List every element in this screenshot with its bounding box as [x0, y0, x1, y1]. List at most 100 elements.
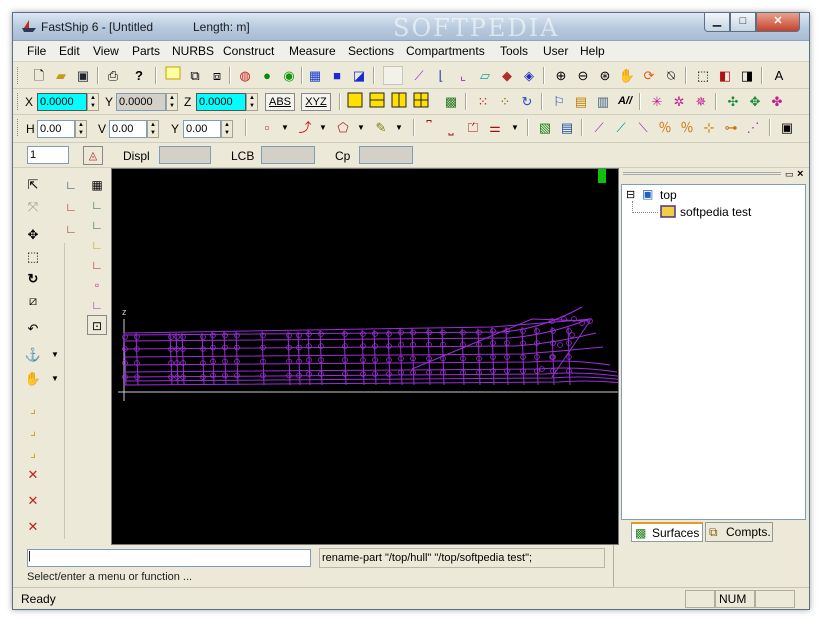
- tool-i-icon[interactable]: ▣: [777, 118, 797, 137]
- open-folder-icon[interactable]: ▰: [51, 66, 71, 85]
- help-icon[interactable]: ?: [129, 66, 149, 85]
- view-profile-icon[interactable]: ∟: [61, 175, 81, 195]
- zoom-previous-icon[interactable]: ⍉: [661, 66, 681, 85]
- hand-dropdown-icon[interactable]: ▼: [44, 369, 66, 389]
- menu-help[interactable]: Help: [580, 44, 605, 58]
- anchor-icon[interactable]: ⚓: [22, 345, 44, 365]
- tool-h-icon[interactable]: ⋰: [743, 118, 763, 137]
- menu-parts[interactable]: Parts: [132, 44, 160, 58]
- xyz-button[interactable]: XYZ: [301, 93, 331, 111]
- tab-surfaces[interactable]: ▩ Surfaces: [631, 522, 703, 542]
- menu-measure[interactable]: Measure: [289, 44, 336, 58]
- x-coordinate-field[interactable]: 0.0000: [37, 93, 87, 111]
- mirror-icon[interactable]: ◆: [497, 66, 517, 85]
- y-coordinate-field[interactable]: 0.0000: [116, 93, 166, 111]
- x-mirror-icon[interactable]: ⌟: [22, 399, 44, 419]
- rotate-view-icon[interactable]: ⟳: [639, 66, 659, 85]
- star-3-icon[interactable]: ✵: [691, 92, 711, 111]
- snap-7-icon[interactable]: ⊡: [87, 315, 107, 335]
- tree-root-label[interactable]: top: [660, 188, 677, 202]
- refresh-icon[interactable]: ↻: [517, 92, 537, 111]
- v-spinner[interactable]: ▲ ▼: [147, 120, 159, 138]
- copy-icon[interactable]: ⧉: [185, 66, 205, 85]
- tool-f-icon[interactable]: ⊹: [699, 118, 719, 137]
- hvy-y-spinner[interactable]: ▲ ▼: [221, 120, 233, 138]
- hydro-calc-icon[interactable]: ◬: [83, 146, 103, 165]
- zoom-out-icon[interactable]: ⊖: [573, 66, 593, 85]
- abs-button[interactable]: ABS: [265, 93, 295, 111]
- sections-dropdown-icon[interactable]: ▼: [505, 118, 525, 137]
- station-field[interactable]: 1: [27, 146, 69, 164]
- anchor-dropdown-icon[interactable]: ▼: [44, 345, 66, 365]
- menu-user[interactable]: User: [543, 44, 568, 58]
- grid-icon[interactable]: ▦: [305, 66, 325, 85]
- tree-collapse-icon[interactable]: ⊟: [626, 188, 635, 201]
- v-field[interactable]: 0.00: [109, 120, 147, 138]
- undo-icon[interactable]: ↶: [22, 319, 44, 339]
- part-icon[interactable]: ▤: [571, 92, 591, 111]
- dots-red-icon[interactable]: ⁙: [473, 92, 493, 111]
- polyline-icon[interactable]: ⌊: [431, 66, 451, 85]
- hydro-1-icon[interactable]: ▧: [535, 118, 555, 137]
- zoom-window-icon[interactable]: ◪: [349, 66, 369, 85]
- split-h-icon[interactable]: [367, 92, 387, 111]
- z-coordinate-field[interactable]: 0.0000: [196, 93, 246, 111]
- sphere-green-icon[interactable]: ●: [257, 66, 277, 85]
- vertex-icon[interactable]: ⌞: [453, 66, 473, 85]
- all-dropdown-icon[interactable]: ▼: [389, 118, 409, 137]
- point-dropdown-icon[interactable]: ▼: [275, 118, 295, 137]
- new-file-icon[interactable]: 🗋: [29, 66, 49, 85]
- command-input[interactable]: |: [27, 549, 311, 567]
- point-icon[interactable]: ▫: [257, 118, 277, 137]
- hvy-y-field[interactable]: 0.00: [183, 120, 221, 138]
- y-axis-icon[interactable]: ✕: [22, 491, 44, 511]
- menu-sections[interactable]: Sections: [348, 44, 394, 58]
- z-axis-icon[interactable]: ✕: [22, 517, 44, 537]
- star-1-icon[interactable]: ✳: [647, 92, 667, 111]
- sphere-shaded-icon[interactable]: ◉: [279, 66, 299, 85]
- cross-3-icon[interactable]: ✤: [767, 92, 787, 111]
- z-mirror-icon[interactable]: ⌟: [22, 443, 44, 463]
- box-view-3-icon[interactable]: ◨: [737, 66, 757, 85]
- text-tool-icon[interactable]: A: [769, 66, 789, 85]
- x-spinner[interactable]: ▲ ▼: [87, 93, 99, 111]
- layer-icon[interactable]: ▩: [441, 92, 461, 111]
- cross-2-icon[interactable]: ✥: [745, 92, 765, 111]
- blue-square-icon[interactable]: ■: [327, 66, 347, 85]
- menu-file[interactable]: File: [27, 44, 46, 58]
- maximize-button[interactable]: □: [730, 13, 756, 32]
- scale-icon[interactable]: ⬚: [22, 247, 44, 267]
- y-spinner[interactable]: ▲ ▼: [166, 93, 178, 111]
- snap-5-icon[interactable]: ▫: [87, 275, 107, 295]
- snap-6-icon[interactable]: ∟: [87, 295, 107, 315]
- view-plan-icon[interactable]: ∟: [61, 197, 81, 217]
- globe-red-icon[interactable]: ◍: [235, 66, 255, 85]
- sections-3-icon[interactable]: ⏍: [463, 118, 483, 137]
- viewport-canvas[interactable]: z: [111, 168, 619, 545]
- sections-4-icon[interactable]: ⚌: [485, 118, 505, 137]
- menu-nurbs[interactable]: NURBS: [172, 44, 214, 58]
- menu-construct[interactable]: Construct: [223, 44, 274, 58]
- pan-hand-icon[interactable]: ✋: [617, 66, 637, 85]
- snap-4-icon[interactable]: ∟: [87, 255, 107, 275]
- menu-view[interactable]: View: [93, 44, 119, 58]
- panel-restore-icon[interactable]: ▭: [785, 169, 794, 180]
- panel-close-icon[interactable]: ×: [797, 168, 803, 180]
- tool-c-icon[interactable]: ⟍: [633, 118, 653, 137]
- split-v-icon[interactable]: [389, 92, 409, 111]
- rotate-icon[interactable]: ↻: [22, 269, 44, 289]
- grid-snap-icon[interactable]: ▦: [87, 175, 107, 195]
- split-quad-icon[interactable]: [411, 92, 431, 111]
- sections-2-icon[interactable]: ⎵: [441, 118, 461, 137]
- cross-1-icon[interactable]: ✣: [723, 92, 743, 111]
- h-spinner[interactable]: ▲ ▼: [75, 120, 87, 138]
- z-spinner[interactable]: ▲ ▼: [246, 93, 258, 111]
- tab-compts[interactable]: ⧉ Compts.: [705, 522, 773, 542]
- print-icon[interactable]: ⎙: [103, 66, 123, 85]
- symmetry-icon[interactable]: ◈: [519, 66, 539, 85]
- tree-child-label[interactable]: softpedia test: [680, 205, 751, 219]
- zoom-extents-icon[interactable]: ⊛: [595, 66, 615, 85]
- dots-gold-icon[interactable]: ⁘: [495, 92, 515, 111]
- tree-icon[interactable]: ⚐: [549, 92, 569, 111]
- sections-1-icon[interactable]: ⎴: [419, 118, 439, 137]
